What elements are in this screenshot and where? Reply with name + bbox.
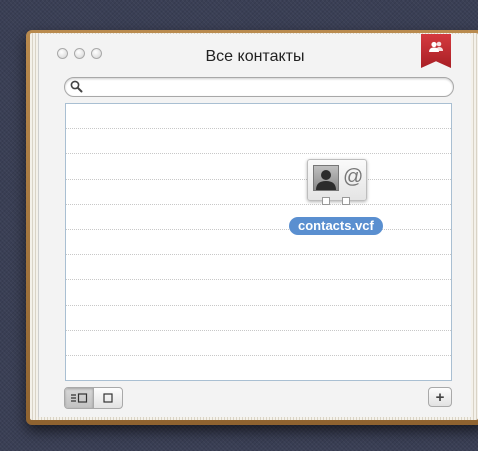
at-sign-icon: @ <box>343 166 364 188</box>
contacts-window: Все контакты @ contacts.vcf + <box>38 34 471 417</box>
window-title: Все контакты <box>205 48 305 65</box>
contact-list[interactable] <box>65 103 452 381</box>
list-row <box>66 230 451 256</box>
list-row <box>66 280 451 306</box>
list-row <box>66 356 451 380</box>
list-row <box>66 154 451 180</box>
list-view-button[interactable] <box>65 388 93 408</box>
card-view-button[interactable] <box>93 388 122 408</box>
group-contacts-icon <box>429 41 443 52</box>
list-row <box>66 306 451 331</box>
search-field[interactable] <box>64 77 454 97</box>
card-tabs <box>322 197 350 205</box>
list-row <box>66 205 451 230</box>
add-contact-button[interactable]: + <box>428 387 452 407</box>
list-view-icon <box>71 393 88 403</box>
vcard-icon[interactable]: @ <box>307 159 367 205</box>
dragged-file-label: contacts.vcf <box>289 217 383 235</box>
list-row <box>66 104 451 130</box>
search-icon <box>70 80 83 93</box>
list-row <box>66 129 451 155</box>
plus-icon: + <box>435 388 445 406</box>
person-silhouette-icon <box>313 165 339 191</box>
list-row <box>66 331 451 356</box>
list-row <box>66 255 451 281</box>
list-row <box>66 180 451 205</box>
card-view-icon <box>103 393 113 403</box>
view-mode-segmented-control[interactable] <box>64 387 123 409</box>
